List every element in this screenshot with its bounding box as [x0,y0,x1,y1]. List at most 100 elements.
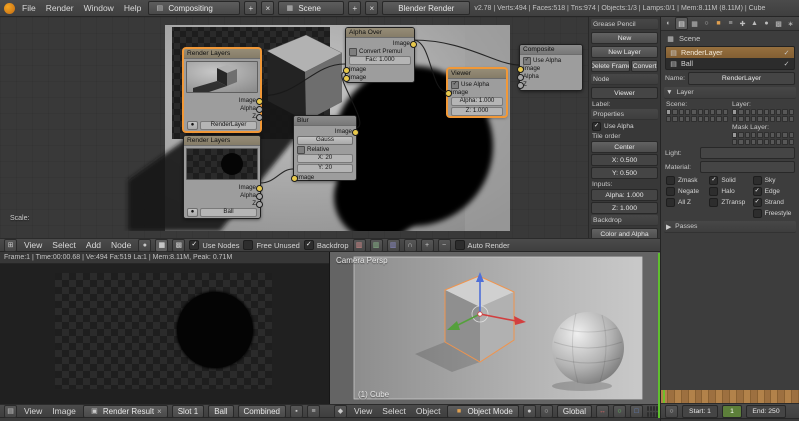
properties-panel-header[interactable]: Properties [591,109,658,120]
mask-layer-toggle[interactable] [750,132,757,138]
image-socket[interactable] [517,66,524,73]
node-header[interactable]: Composite [520,45,582,55]
node-header[interactable]: Alpha Over [346,28,414,38]
input-alpha-field[interactable]: Alpha: 1.000 [591,189,658,201]
free-unused-checkbox[interactable]: Free Unused [243,240,300,250]
particles-tab-icon[interactable]: ∗ [785,18,796,29]
mask-layer-toggle[interactable] [738,139,744,145]
layer-dot[interactable] [649,411,652,417]
fac-field[interactable]: Fac: 1.000 [349,56,411,65]
mask-layer-toggle[interactable] [788,139,794,145]
scene-layers-grid[interactable] [666,109,728,122]
layer-toggle[interactable] [769,116,776,122]
layer-dot[interactable] [649,405,652,411]
manipulator-translate-icon[interactable]: ↔ [595,404,609,418]
timeline-frame-cell[interactable] [688,390,696,403]
mask-layer-toggle[interactable] [763,132,769,138]
backdrop-rgba-icon[interactable]: ▥ [369,238,383,252]
pivot-point-icon[interactable]: ○ [539,404,553,418]
render-layer-dropdown[interactable]: Ball [208,404,234,418]
scopes-icon[interactable]: ≡ [307,404,320,418]
layer-toggle[interactable] [757,109,763,115]
render-pass-dropdown[interactable]: Combined [237,404,286,418]
node-viewer[interactable]: Viewer Use Alpha Image Alpha: 1.000 Z: 1… [445,68,507,117]
convert-premul-checkbox[interactable]: Convert Premul [349,47,411,56]
image-menu-view[interactable]: View [21,406,45,416]
scene-layer-toggle[interactable] [684,109,691,115]
render-layer-select[interactable]: Ball [200,208,257,217]
close-scene-button[interactable]: × [365,1,379,15]
layer-render-toggle-icon[interactable]: ✓ [782,58,791,69]
layer-toggle[interactable] [788,109,794,115]
scene-layer-toggle[interactable] [684,116,691,122]
layer-toggle[interactable] [776,116,782,122]
view3d-menu-select[interactable]: Select [379,406,409,416]
mode-dropdown[interactable]: ■ Object Mode [447,404,519,418]
texture-tab-icon[interactable]: ▩ [773,18,784,29]
mask-layer-toggle[interactable] [769,139,776,145]
solid-checkbox[interactable]: Solid [709,176,750,185]
timeline-frame-cell[interactable] [674,390,682,403]
light-override-field[interactable] [700,147,795,159]
node-header[interactable]: Render Layers [184,136,260,146]
layer-panel-header[interactable]: ▼ Layer [664,87,796,99]
current-frame-line[interactable] [663,390,665,403]
mask-layer-toggle[interactable] [744,139,750,145]
mask-layer-toggle[interactable] [744,132,750,138]
timeline-frame-cell[interactable] [716,390,724,403]
alpha-socket[interactable] [517,74,524,81]
mask-layer-toggle[interactable] [750,139,757,145]
material-tab-icon[interactable]: ● [761,18,772,29]
layer-layers-grid[interactable] [732,109,794,122]
editor-type-3d-icon[interactable]: ◆ [334,404,347,418]
auto-render-checkbox[interactable]: Auto Render [454,240,510,250]
timeline-frame-band[interactable] [661,390,799,403]
scene-layer-toggle[interactable] [697,109,703,115]
fr ame-end-field[interactable]: End: 250 [746,404,786,418]
image-datablock-dropdown[interactable]: ▣ Render Result × [82,404,168,418]
delete-frame-button[interactable]: Delete Frame [591,60,631,72]
mask-layer-toggle[interactable] [757,139,763,145]
backdrop-panel-header[interactable]: Backdrop [591,215,658,226]
scene-layer-toggle[interactable] [678,109,684,115]
backdrop-checkbox[interactable]: Backdrop [303,240,349,250]
freestyle-checkbox[interactable]: Freestyle [752,209,794,218]
compositing-tree-icon[interactable]: ▦ [155,238,169,252]
transform-orientation-dropdown[interactable]: Global [556,404,592,418]
menu-window[interactable]: Window [81,3,117,13]
layer-toggle[interactable] [738,116,744,122]
material-override-field[interactable] [700,161,795,173]
layer-toggle[interactable] [738,109,744,115]
node-header[interactable]: Render Layers [184,49,260,59]
shader-tree-icon[interactable]: ● [138,238,152,252]
menu-file[interactable]: File [19,3,39,13]
modifiers-tab-icon[interactable]: ✚ [737,18,748,29]
layer-toggle[interactable] [763,116,769,122]
timeline-frame-cell[interactable] [771,390,779,403]
mask-layer-toggle[interactable] [782,132,788,138]
viewport-shading-icon[interactable]: ● [522,404,536,418]
layer-toggle[interactable] [732,116,738,122]
scene-dropdown[interactable]: ▦ Scene [278,1,345,15]
layer-toggle[interactable] [750,109,757,115]
render-slot-dropdown[interactable]: Slot 1 [171,404,205,418]
scene-layer-toggle[interactable] [666,116,672,122]
timeline-frame-cell[interactable] [695,390,703,403]
blender-logo-icon[interactable] [4,2,15,14]
halo-checkbox[interactable]: Halo [709,187,750,196]
use-nodes-checkbox[interactable]: Use Nodes [189,240,239,250]
scene-layer-toggle[interactable] [678,116,684,122]
alpha-socket[interactable] [256,106,263,113]
layer-toggle[interactable] [744,116,750,122]
node-menu-view[interactable]: View [21,240,45,250]
node-menu-add[interactable]: Add [83,240,104,250]
passes-panel-header[interactable]: ▶ Passes [664,221,796,233]
strand-checkbox[interactable]: Strand [752,198,794,207]
layer-toggle[interactable] [776,109,782,115]
layer-toggle[interactable] [788,116,794,122]
scene-layer-toggle[interactable] [703,109,710,115]
blur-filter-type-dropdown[interactable]: Gauss [297,136,353,145]
menu-render[interactable]: Render [43,3,77,13]
zmask-checkbox[interactable]: Zmask [666,176,707,185]
scene-layer-toggle[interactable] [716,109,722,115]
